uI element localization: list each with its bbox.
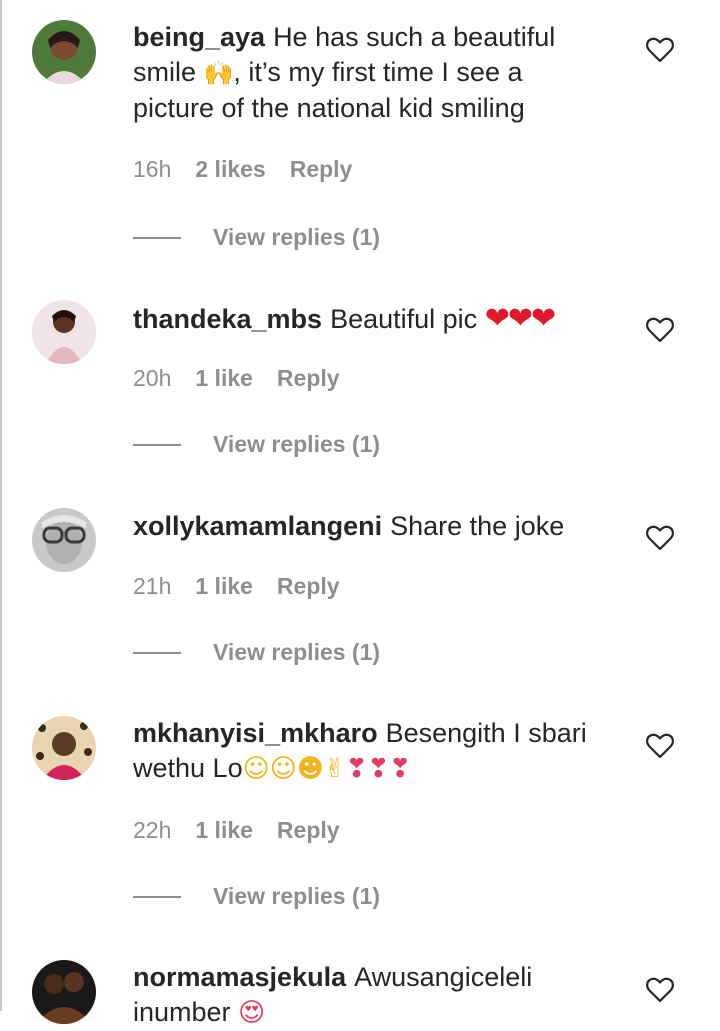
- likes-count[interactable]: 2 likes: [195, 156, 265, 183]
- comment-meta: 20h 1 like Reply: [133, 365, 340, 392]
- likes-count[interactable]: 1 like: [195, 573, 253, 600]
- two-hearts-emoji: ❣❣❣: [345, 754, 412, 784]
- username[interactable]: normamasjekula: [133, 962, 346, 992]
- comment-meta: 22h 1 like Reply: [133, 817, 340, 844]
- comment-meta: 16h 2 likes Reply: [133, 156, 352, 183]
- comment-text: thandeka_mbs Beautiful pic ❤❤❤: [133, 301, 603, 337]
- rofl-emoji: ☻: [296, 754, 324, 784]
- hand-over-mouth-emoji: ☺☺: [242, 754, 297, 784]
- view-replies-label: View replies (1): [213, 224, 381, 250]
- view-replies-button[interactable]: View replies (1): [133, 224, 380, 251]
- divider-line: [133, 236, 181, 239]
- avatar[interactable]: [32, 20, 96, 84]
- heart-outline-icon[interactable]: [646, 733, 674, 759]
- username[interactable]: being_aya: [133, 22, 265, 52]
- reply-button[interactable]: Reply: [277, 817, 340, 844]
- heart-outline-icon[interactable]: [646, 37, 674, 63]
- heart-eyes-emoji: 😍: [238, 998, 266, 1028]
- comment-text: being_aya He has such a beautiful smile 🙌…: [133, 20, 603, 126]
- raising-hands-emoji: 🙌: [203, 59, 234, 87]
- timestamp: 22h: [133, 817, 172, 843]
- view-replies-button[interactable]: View replies (1): [133, 883, 380, 910]
- comment-text: xollykamamlangeni Share the joke: [133, 509, 603, 544]
- divider-line: [133, 895, 181, 898]
- avatar[interactable]: [32, 508, 96, 572]
- reply-button[interactable]: Reply: [277, 573, 340, 600]
- divider-line: [133, 443, 181, 446]
- reply-button[interactable]: Reply: [277, 365, 340, 392]
- heart-outline-icon[interactable]: [646, 317, 674, 343]
- comment-body: Beautiful pic: [330, 304, 478, 334]
- username[interactable]: mkhanyisi_mkharo: [133, 718, 378, 748]
- view-replies-label: View replies (1): [213, 431, 381, 457]
- timestamp: 20h: [133, 365, 172, 391]
- likes-count[interactable]: 1 like: [195, 817, 253, 844]
- heart-outline-icon[interactable]: [646, 977, 674, 1003]
- timestamp: 21h: [133, 573, 172, 599]
- likes-count[interactable]: 1 like: [195, 365, 253, 392]
- divider-line: [133, 651, 181, 654]
- username[interactable]: xollykamamlangeni: [133, 511, 382, 541]
- view-replies-label: View replies (1): [213, 883, 381, 909]
- comment-body: Share the joke: [390, 511, 565, 541]
- comment-text: normamasjekula Awusangiceleli inumber 😍: [133, 960, 603, 1031]
- comment-meta: 21h 1 like Reply: [133, 573, 340, 600]
- red-heart-emoji: ❤❤❤: [484, 301, 556, 336]
- comment-text: mkhanyisi_mkharo Besengith I sbari wethu …: [133, 716, 603, 787]
- timestamp: 16h: [133, 156, 172, 182]
- left-border: [0, 0, 2, 1011]
- view-replies-button[interactable]: View replies (1): [133, 431, 380, 458]
- view-replies-label: View replies (1): [213, 639, 381, 665]
- avatar[interactable]: [32, 716, 96, 780]
- view-replies-button[interactable]: View replies (1): [133, 639, 380, 666]
- username[interactable]: thandeka_mbs: [133, 304, 322, 334]
- love-you-gesture-emoji: ✌: [323, 754, 346, 784]
- heart-outline-icon[interactable]: [646, 525, 674, 551]
- avatar[interactable]: [32, 960, 96, 1024]
- reply-button[interactable]: Reply: [290, 156, 353, 183]
- avatar[interactable]: [32, 300, 96, 364]
